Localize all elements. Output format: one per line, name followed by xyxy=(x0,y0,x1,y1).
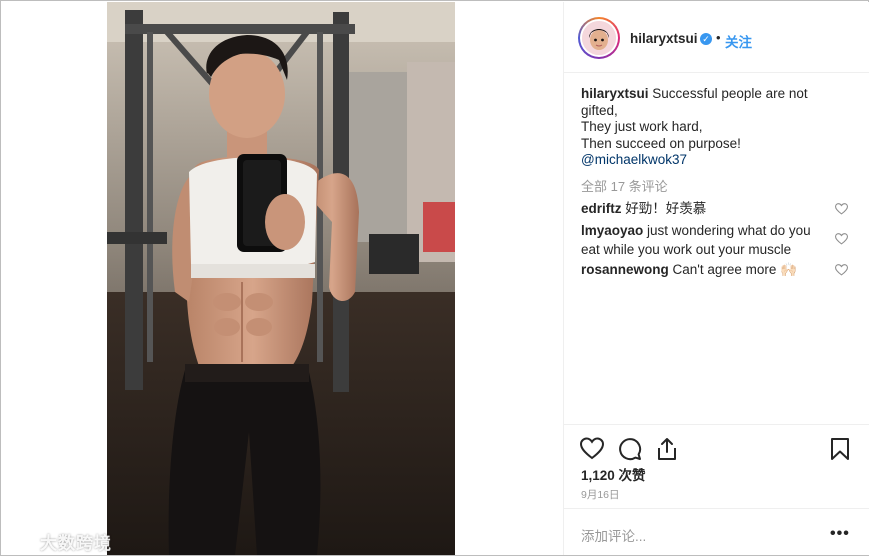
memoji-avatar-image xyxy=(582,21,616,55)
bookmark-icon[interactable] xyxy=(828,437,852,461)
add-comment-bar: 添加评论... ••• xyxy=(564,508,869,556)
post-header: hilaryxtsui ✓ • 关注 xyxy=(564,2,869,73)
comment-like-heart-icon[interactable] xyxy=(835,264,848,276)
caption-line-3: They just work hard, xyxy=(581,119,703,135)
heart-icon[interactable] xyxy=(580,437,604,461)
post-window: hilaryxtsui ✓ • 关注 hilaryxtsui Successfu… xyxy=(0,0,869,556)
post-details-panel: hilaryxtsui ✓ • 关注 hilaryxtsui Successfu… xyxy=(563,2,869,555)
watermark-text: 大数跨境 xyxy=(40,534,112,553)
header-username[interactable]: hilaryxtsui xyxy=(630,31,698,46)
comment-username[interactable]: rosannewong xyxy=(581,262,669,277)
comment-item: lmyaoyao just wondering what do you eat … xyxy=(581,221,826,259)
likes-count[interactable]: 1,120 次赞 xyxy=(581,464,646,484)
caption-line-4: Then succeed on purpose! xyxy=(581,135,741,151)
verified-badge-icon: ✓ xyxy=(700,33,712,45)
comment-icon[interactable] xyxy=(618,437,642,461)
caption-line-1: Successful people are not xyxy=(652,86,808,101)
post-photo[interactable] xyxy=(107,2,455,555)
right-margin xyxy=(455,2,563,555)
gym-selfie-image xyxy=(107,2,455,555)
share-icon[interactable] xyxy=(655,437,679,461)
avatar[interactable] xyxy=(578,17,620,59)
comment-text: 好勁！好羡慕 xyxy=(625,201,707,216)
separator-dot: • xyxy=(716,30,721,45)
watermark-logo-icon xyxy=(10,527,36,546)
comment-item: edriftz 好勁！好羡慕 xyxy=(581,199,826,218)
comment-username[interactable]: edriftz xyxy=(581,201,622,216)
comment-text: Can't agree more 🙌🏻 xyxy=(672,262,797,277)
post-date: 9月16日 xyxy=(581,489,620,501)
post-actions-bar xyxy=(564,424,869,465)
comment-username[interactable]: lmyaoyao xyxy=(581,223,643,238)
caption-line-2: gifted, xyxy=(581,102,618,118)
comment-like-heart-icon[interactable] xyxy=(835,233,848,245)
follow-button[interactable]: 关注 xyxy=(725,31,752,51)
post-caption: hilaryxtsui Successful people are not gi… xyxy=(581,86,821,169)
caption-username[interactable]: hilaryxtsui xyxy=(581,86,649,101)
view-all-comments-link[interactable]: 全部 17 条评论 xyxy=(581,176,668,195)
more-options-icon[interactable]: ••• xyxy=(830,525,850,543)
caption-mention-link[interactable]: @michaelkwok37 xyxy=(581,152,687,167)
comment-item: rosannewong Can't agree more 🙌🏻 xyxy=(581,260,826,279)
left-margin xyxy=(2,2,106,555)
add-comment-input[interactable]: 添加评论... xyxy=(581,525,646,545)
comment-like-heart-icon[interactable] xyxy=(835,203,848,215)
